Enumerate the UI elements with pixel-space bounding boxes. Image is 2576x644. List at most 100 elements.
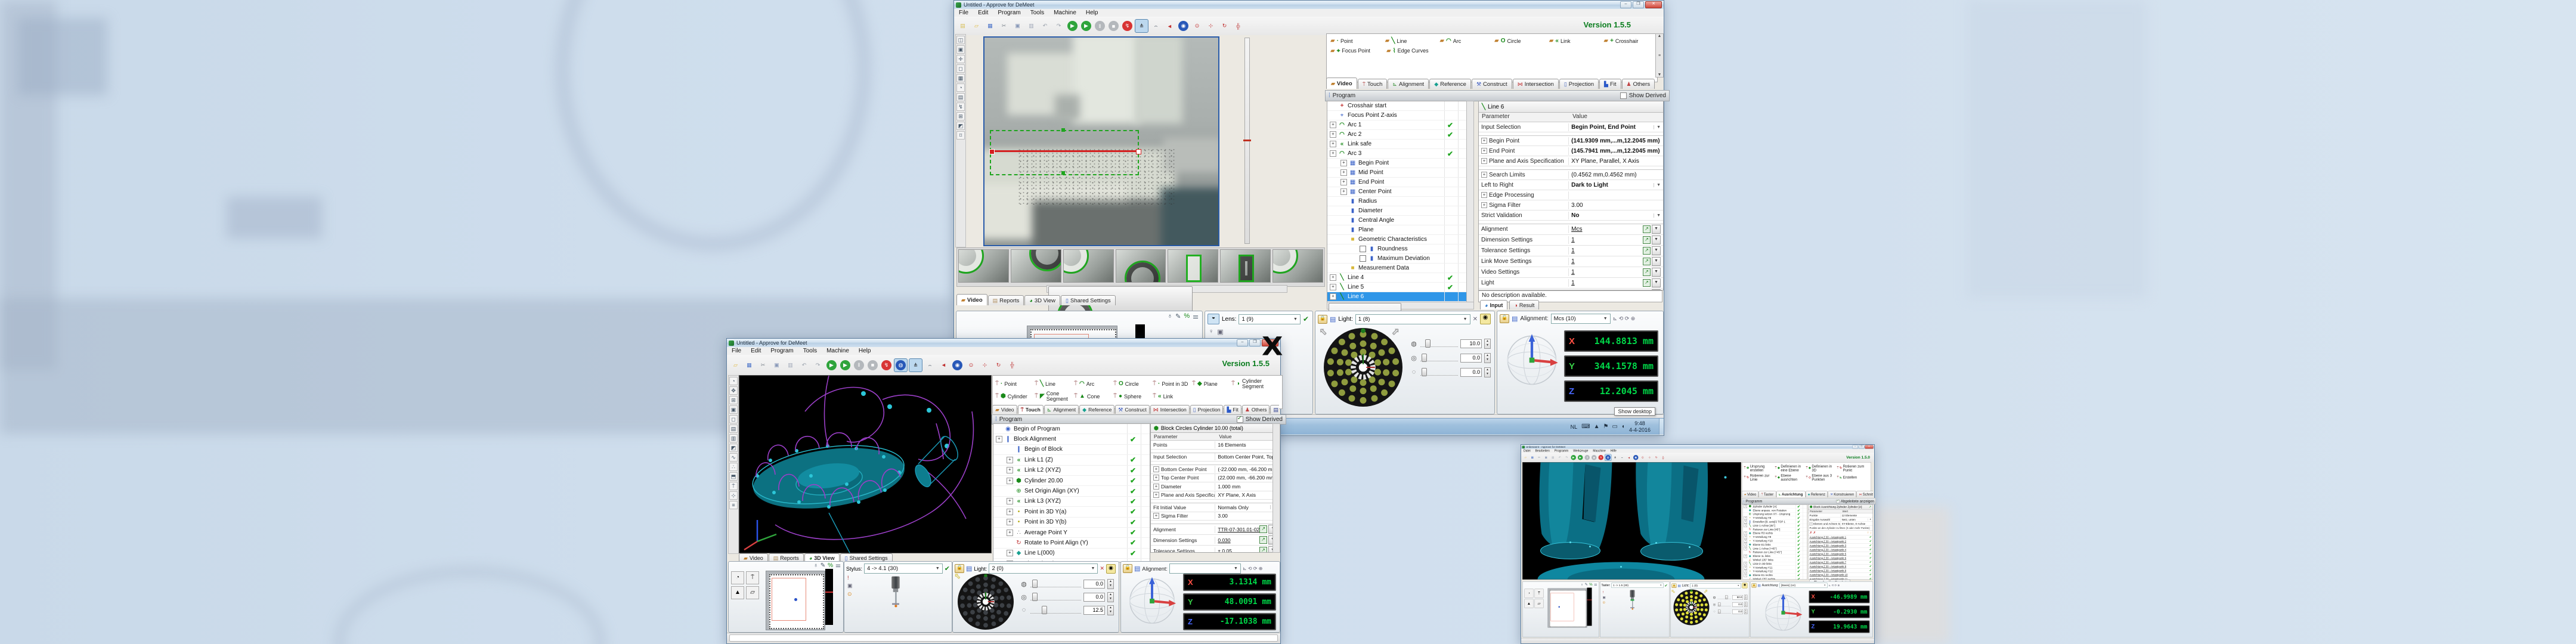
feature-tab[interactable]: ◆Reference — [1079, 405, 1114, 414]
w2-titlebar[interactable]: Untitled - Approve for DeMeet – ❐ ✕ — [727, 339, 1280, 348]
feature-thumbnail[interactable] — [1011, 249, 1061, 283]
roi-handle-top[interactable] — [1061, 128, 1065, 132]
align-points-icon[interactable]: ⊹ — [1646, 454, 1653, 461]
stage-mode-buttons[interactable]: ◔ ⍑ ▲ ▱ — [1525, 589, 1544, 608]
video-edge-icon[interactable]: ◄ — [1163, 20, 1176, 32]
tree-checkbox[interactable] — [1360, 255, 1366, 262]
redo-icon[interactable]: ↷ — [812, 359, 824, 371]
view-pan[interactable]: ✥ — [729, 386, 738, 395]
io-tab[interactable]: ◑Result — [1509, 300, 1539, 309]
zoom-tool[interactable]: ⊞ — [956, 112, 965, 120]
tool-item[interactable]: ⍑↻Rotieren zum Punkt — [1836, 464, 1867, 473]
light-slider-row[interactable]: ◎ 0.0▲▼ — [1713, 601, 1748, 608]
restore-button[interactable]: ❐ — [1249, 339, 1261, 346]
sphere-view-icon[interactable]: ◍ — [894, 358, 908, 372]
tray-expand-icon[interactable]: ▲ — [1594, 423, 1600, 430]
light-select[interactable]: 1 (8) — [1690, 583, 1741, 589]
tool-item[interactable]: ⍑OCircle — [1112, 378, 1151, 391]
program-tree-row[interactable]: + Crosshair start ✔ — [1327, 101, 1467, 111]
abort-icon[interactable]: ↯ — [1121, 20, 1134, 32]
w2-3d-viewport[interactable] — [739, 375, 992, 553]
tree-expander[interactable]: + — [1330, 131, 1336, 138]
program-tree-row[interactable]: + Plane ✔ — [1327, 225, 1467, 235]
tool-item[interactable]: ▰+Crosshair — [1601, 36, 1656, 47]
program-tree-row[interactable]: + Arc 2 ✔ — [1327, 130, 1467, 140]
parameter-row[interactable]: Left to Right Dark to Light ↗▼ — [1479, 180, 1663, 190]
settings-dropdown[interactable]: ▼ — [1652, 225, 1661, 234]
ring-light-control[interactable] — [958, 574, 1014, 630]
keyboard-icon[interactable]: ⌨ — [1581, 423, 1590, 430]
view-zoom[interactable]: ⊞ — [729, 396, 738, 404]
fit-point-row[interactable]: Ausrichtung.Z.30 - Antastpunkt 1 ✔ — [1809, 535, 1873, 540]
close-button[interactable]: ✕ — [1645, 1, 1662, 8]
tree-expander[interactable]: + — [1330, 150, 1336, 157]
feature-thumbnail[interactable] — [1063, 249, 1114, 283]
redo-icon[interactable]: ↷ — [1052, 20, 1065, 32]
layers-tool[interactable]: ▤ — [956, 93, 965, 101]
parameter-row[interactable]: Plane and Axis Specification XY Plane, X… — [1151, 491, 1280, 500]
tray-icons[interactable]: ⌨▲⚑▭◖ — [1581, 423, 1625, 430]
light-slider-row[interactable]: ◎ 0.0▲▼ — [1410, 351, 1491, 365]
light-on-icon[interactable]: ◉ — [1480, 314, 1491, 324]
parameter-row[interactable]: Input Selection Begin Point, End Point ↗… — [1479, 122, 1663, 132]
parameter-row[interactable]: Punkte 12 Elemente — [1809, 513, 1873, 518]
light-lock-icon[interactable]: 🔒 — [1672, 583, 1677, 588]
parameter-row[interactable]: Tolerance Settings ± 0.05 ↗▼ — [1151, 546, 1280, 553]
lens-lamp-button[interactable]: ◒ — [1208, 314, 1219, 324]
abort-icon[interactable]: ↯ — [1598, 454, 1605, 461]
feature-tab[interactable]: ◆Referenz — [1806, 491, 1828, 498]
w1-titlebar[interactable]: Untitled - Approve for DeMeet – ❐ ✕ — [954, 1, 1664, 10]
paste-icon[interactable]: ▥ — [1550, 454, 1556, 461]
align-points-icon[interactable]: ⊹ — [979, 359, 991, 371]
fit-point-row[interactable]: Ausrichtung.Z.30 - Antastpunkt 4 ✔ — [1809, 548, 1873, 552]
new-file-icon[interactable]: ▤ — [956, 20, 969, 32]
autofocus-icon[interactable]: ◉ — [1633, 454, 1639, 461]
show-paths[interactable]: ∿ — [729, 453, 738, 462]
view-tab[interactable]: ▰Video — [956, 294, 987, 305]
program-tree-row[interactable]: + Begin of Block ✔ — [993, 445, 1150, 455]
parameter-row[interactable]: Alignment TTR-07-301.01-02 ↗▼ — [1151, 524, 1280, 535]
feature-thumbnail[interactable] — [1220, 249, 1271, 283]
program-tree-row[interactable]: + Set Origin Align (XY) ✔ — [993, 486, 1150, 496]
show-part[interactable]: ⬒ — [729, 472, 738, 481]
settings-link-icon[interactable]: ↗ — [1259, 525, 1267, 533]
stage-mode-buttons[interactable]: ◔ ⍑ ▲ ▱ — [731, 571, 759, 599]
find-feature-icon[interactable]: ⊙ — [965, 359, 977, 371]
parameter-row[interactable]: Link Move Settings 1 ↗▼ — [1479, 256, 1663, 267]
fit-point-row[interactable]: Ausrichtung.Z.30 - Antastpunkt 10 ✔ — [1809, 573, 1873, 577]
feature-thumbnail[interactable] — [1116, 249, 1166, 283]
light-off-icon[interactable]: ✕ — [1100, 565, 1104, 572]
video-edge-icon[interactable]: ◄ — [937, 359, 950, 371]
fit-point-row[interactable]: Ausrichtung.Z.30 - Antastpunkt 5 ✔ — [1809, 552, 1873, 556]
run-step-icon[interactable]: ▶ — [1577, 454, 1584, 461]
tool-item[interactable]: ▰╲Line — [1383, 36, 1438, 47]
light-slider-row[interactable]: ◌ 12.5▲▼ — [1020, 603, 1114, 617]
parameter-row[interactable]: Alignment Mcs ↗▼ — [1479, 224, 1663, 235]
lens-sub-buttons[interactable]: ♀▣ — [1209, 328, 1224, 336]
menu-item[interactable]: Edit — [746, 347, 766, 355]
stylus-select[interactable]: 4 -> 4.1 (30) — [864, 564, 943, 574]
settings[interactable]: ≡ — [729, 501, 738, 509]
program-tree-row[interactable]: + Arc 1 ✔ — [1327, 120, 1467, 130]
run-step-icon[interactable]: ▶ — [839, 359, 852, 371]
view-side[interactable]: ▥ — [729, 434, 738, 442]
paste-icon[interactable]: ▥ — [784, 359, 797, 371]
feature-tab[interactable]: ⚒Construct — [1472, 79, 1512, 89]
tool-item[interactable]: ▰⌖Focus Point — [1328, 47, 1384, 57]
stage-panel-buttons[interactable]: ♁✎%⚌ — [813, 562, 841, 569]
tool-item[interactable]: ⍑◠Arc — [1073, 378, 1112, 391]
feature-tab[interactable]: ▯Projection — [1559, 79, 1599, 89]
feature-tab[interactable]: ◆Reference — [1429, 79, 1471, 89]
tool-item[interactable]: ▰⌇Edge Curves — [1384, 47, 1440, 57]
show-probe[interactable]: ⍑ — [729, 482, 738, 490]
feature-tab[interactable]: ▯Projection — [1190, 405, 1224, 414]
parameter-row[interactable]: Dimension Settings 0.030 ↗▼ — [1151, 535, 1280, 546]
w3-3d-viewport[interactable] — [1522, 462, 1741, 580]
program-tree-row[interactable]: + Point in 3D Y(a) ✔ — [993, 507, 1150, 517]
tree-expander[interactable]: + — [1330, 293, 1336, 300]
tree-expander[interactable]: + — [1330, 122, 1336, 128]
tool-item[interactable]: ⍑⊕Ursprung erstellen — [1743, 464, 1774, 473]
grid-crosshair-icon[interactable]: ╬ — [1006, 359, 1018, 371]
feature-tab[interactable]: ⚒Konstruieren — [1828, 491, 1857, 498]
program-tree-row[interactable]: + Block Alignment ✔ — [993, 434, 1150, 444]
